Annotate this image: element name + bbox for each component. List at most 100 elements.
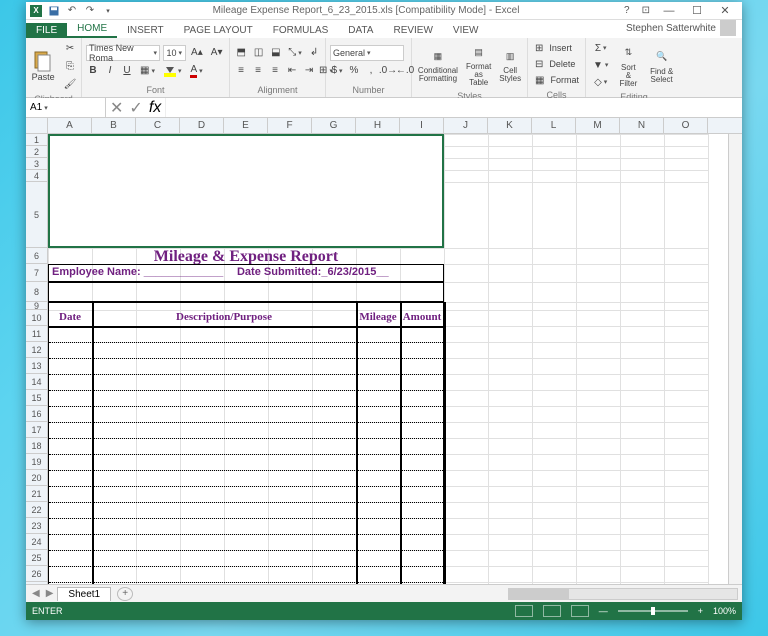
column-header[interactable]: M: [576, 118, 620, 133]
format-as-table-button[interactable]: ▤Format as Table: [462, 40, 495, 89]
minimize-button[interactable]: —: [656, 3, 682, 19]
delete-cells-icon[interactable]: ⊟: [532, 56, 546, 72]
decrease-decimal-icon[interactable]: ←.0: [398, 63, 412, 79]
number-format-dropdown[interactable]: General: [330, 45, 404, 61]
tab-insert[interactable]: INSERT: [117, 23, 174, 38]
decrease-font-icon[interactable]: A▾: [208, 45, 225, 61]
fill-color-button[interactable]: [161, 63, 185, 79]
row-header[interactable]: 26: [26, 566, 47, 582]
zoom-out-icon[interactable]: —: [599, 606, 608, 616]
row-header[interactable]: 14: [26, 374, 47, 390]
qat-dropdown-icon[interactable]: ▾: [102, 5, 114, 17]
row-header[interactable]: 20: [26, 470, 47, 486]
column-header[interactable]: D: [180, 118, 224, 133]
row-header[interactable]: 10: [26, 310, 47, 326]
insert-cells-icon[interactable]: ⊞: [532, 40, 546, 56]
align-right-icon[interactable]: ≡: [268, 63, 282, 79]
name-box[interactable]: A1: [26, 98, 106, 117]
row-header[interactable]: 17: [26, 422, 47, 438]
tab-formulas[interactable]: FORMULAS: [263, 23, 339, 38]
tab-pagelayout[interactable]: PAGE LAYOUT: [174, 23, 263, 38]
wrap-text-icon[interactable]: ↲: [307, 45, 321, 61]
row-header[interactable]: 7: [26, 264, 47, 282]
pagelayout-view-icon[interactable]: [543, 605, 561, 617]
help-icon[interactable]: ?: [618, 5, 636, 16]
zoom-level[interactable]: 100%: [713, 606, 736, 616]
increase-font-icon[interactable]: A▴: [189, 45, 206, 61]
font-color-button[interactable]: A: [187, 63, 205, 79]
column-header[interactable]: F: [268, 118, 312, 133]
save-icon[interactable]: [48, 5, 60, 17]
cell-styles-button[interactable]: ▥Cell Styles: [495, 40, 525, 89]
vertical-scrollbar[interactable]: [728, 134, 742, 584]
underline-button[interactable]: U: [120, 63, 134, 79]
orientation-icon[interactable]: ⤡: [286, 45, 304, 61]
sheet-nav-prev-icon[interactable]: ◀: [26, 588, 46, 599]
tab-home[interactable]: HOME: [67, 21, 117, 38]
sheet-nav-next-icon[interactable]: ▶: [46, 588, 54, 599]
percent-icon[interactable]: %: [347, 63, 361, 79]
row-header[interactable]: 22: [26, 502, 47, 518]
tab-data[interactable]: DATA: [338, 23, 383, 38]
column-header[interactable]: B: [92, 118, 136, 133]
align-middle-icon[interactable]: ◫: [251, 45, 265, 61]
row-header[interactable]: 19: [26, 454, 47, 470]
row-header[interactable]: 15: [26, 390, 47, 406]
row-header[interactable]: 6: [26, 248, 47, 264]
column-header[interactable]: O: [664, 118, 708, 133]
currency-icon[interactable]: $: [330, 63, 344, 79]
cells-area[interactable]: Mileage & Expense ReportEmployee Name: _…: [48, 134, 728, 584]
cancel-formula-icon[interactable]: ✕: [110, 98, 123, 118]
row-header[interactable]: 23: [26, 518, 47, 534]
tab-review[interactable]: REVIEW: [383, 23, 442, 38]
align-center-icon[interactable]: ≡: [251, 63, 265, 79]
row-header[interactable]: 16: [26, 406, 47, 422]
column-header[interactable]: N: [620, 118, 664, 133]
column-header[interactable]: J: [444, 118, 488, 133]
tab-view[interactable]: VIEW: [443, 23, 489, 38]
row-header[interactable]: 21: [26, 486, 47, 502]
column-header[interactable]: I: [400, 118, 444, 133]
fx-icon[interactable]: fx: [149, 99, 161, 117]
align-bottom-icon[interactable]: ⬓: [269, 45, 283, 61]
bold-button[interactable]: B: [86, 63, 100, 79]
maximize-button[interactable]: ☐: [684, 3, 710, 19]
selected-range[interactable]: [48, 134, 444, 248]
row-header[interactable]: 8: [26, 282, 47, 302]
increase-decimal-icon[interactable]: .0→: [381, 63, 395, 79]
row-header[interactable]: 27: [26, 582, 47, 584]
align-left-icon[interactable]: ≡: [234, 63, 248, 79]
row-header[interactable]: 2: [26, 146, 47, 158]
row-header[interactable]: 3: [26, 158, 47, 170]
border-button[interactable]: ▦: [137, 63, 158, 79]
ribbon-display-icon[interactable]: ⊡: [636, 5, 656, 16]
fill-icon[interactable]: ▼: [590, 57, 611, 73]
row-header[interactable]: 24: [26, 534, 47, 550]
decrease-indent-icon[interactable]: ⇤: [285, 63, 299, 79]
redo-icon[interactable]: ↷: [84, 5, 96, 17]
font-name-dropdown[interactable]: Times New Roma: [86, 45, 160, 61]
row-header[interactable]: 25: [26, 550, 47, 566]
column-header[interactable]: G: [312, 118, 356, 133]
cut-icon[interactable]: ✂: [61, 40, 80, 56]
comma-icon[interactable]: ,: [364, 63, 378, 79]
normal-view-icon[interactable]: [515, 605, 533, 617]
column-header[interactable]: L: [532, 118, 576, 133]
pagebreak-view-icon[interactable]: [571, 605, 589, 617]
row-header[interactable]: 1: [26, 134, 47, 146]
zoom-slider[interactable]: [618, 610, 688, 612]
sort-filter-button[interactable]: ⇅Sort & Filter: [613, 40, 643, 90]
zoom-in-icon[interactable]: +: [698, 606, 703, 616]
formula-input[interactable]: [166, 98, 742, 117]
column-header[interactable]: A: [48, 118, 92, 133]
column-header[interactable]: H: [356, 118, 400, 133]
select-all-corner[interactable]: [26, 118, 48, 133]
row-header[interactable]: 5: [26, 182, 47, 248]
column-header[interactable]: C: [136, 118, 180, 133]
row-header[interactable]: 4: [26, 170, 47, 182]
row-header[interactable]: 12: [26, 342, 47, 358]
undo-icon[interactable]: ↶: [66, 5, 78, 17]
format-painter-icon[interactable]: 🖌: [61, 76, 80, 92]
row-header[interactable]: 9: [26, 302, 47, 310]
row-header[interactable]: 13: [26, 358, 47, 374]
